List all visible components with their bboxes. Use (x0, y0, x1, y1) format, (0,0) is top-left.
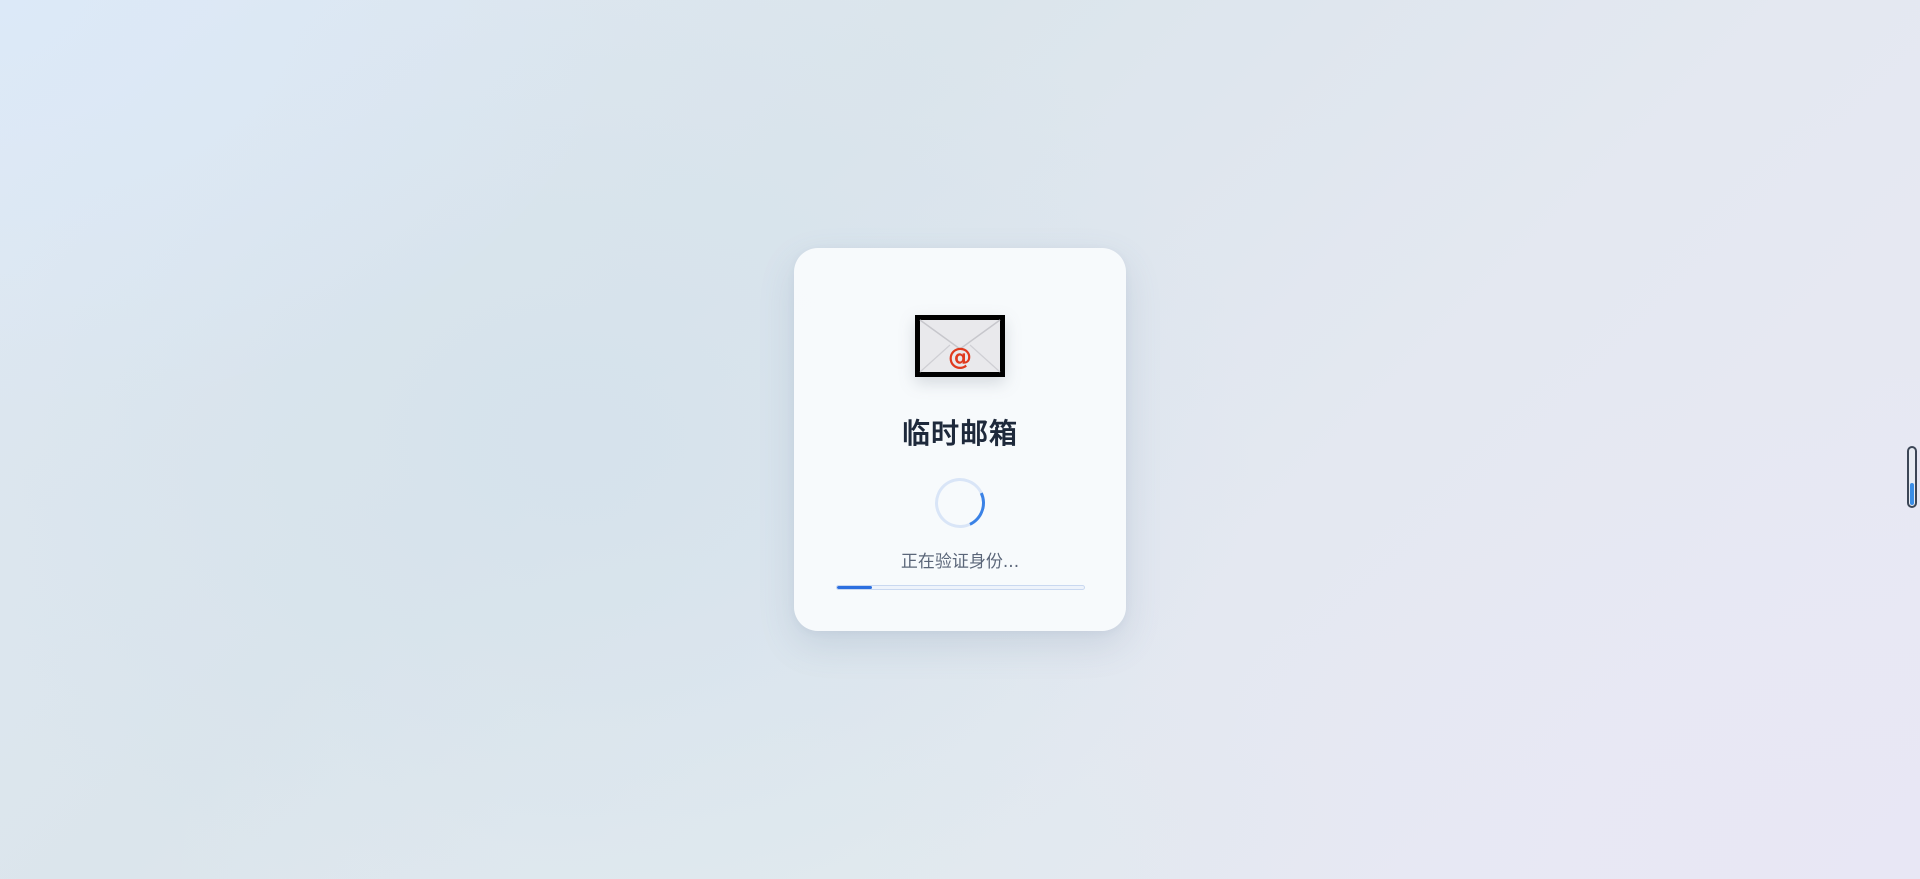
progress-bar-fill (837, 586, 872, 589)
side-scroll-indicator-fill (1910, 483, 1914, 505)
envelope-at-icon: @ (915, 315, 1005, 377)
logo-at-symbol: @ (948, 343, 972, 371)
app-title: 临时邮箱 (901, 417, 1018, 450)
spinner-icon (927, 470, 993, 536)
status-text: 正在验证身份... (900, 552, 1020, 572)
side-scroll-indicator[interactable] (1907, 446, 1917, 508)
progress-bar (836, 585, 1085, 590)
loading-card: @ 临时邮箱 正在验证身份... (794, 248, 1126, 631)
